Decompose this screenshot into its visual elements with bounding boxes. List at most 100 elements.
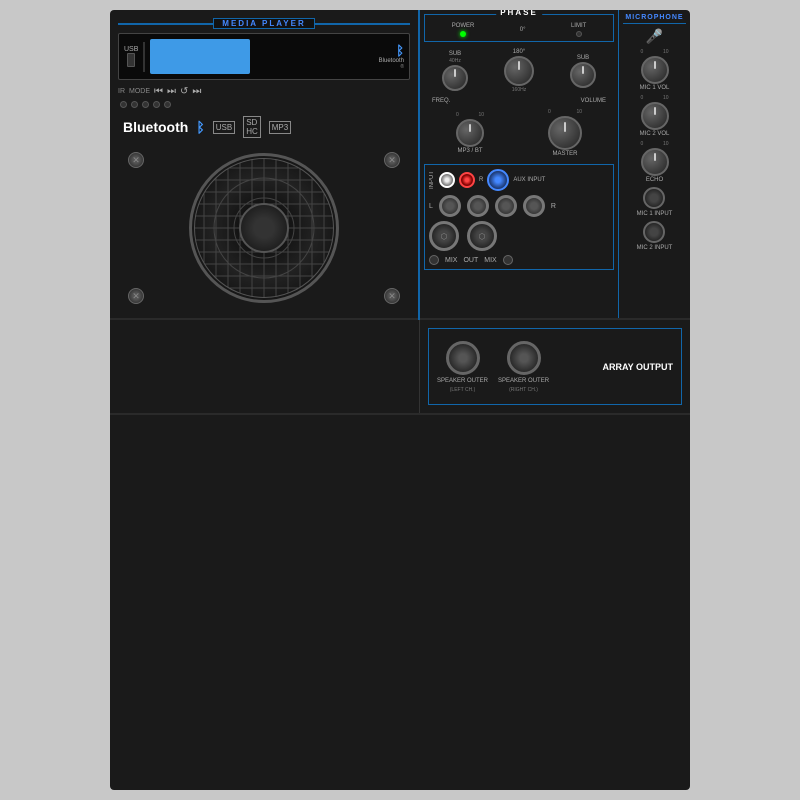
mic2-input-jack [643, 221, 665, 243]
mic1-input-jack [643, 187, 665, 209]
control-dots [118, 99, 410, 110]
jack-left [439, 195, 461, 217]
sub-left-group: SUB 40Hz [442, 51, 468, 91]
mix-label: MIX [445, 257, 457, 264]
dot2 [131, 101, 138, 108]
power-label: POWER [452, 23, 475, 29]
speaker-outer-left-group: SPEAKER OUTER (LEFT CH.) [437, 341, 488, 393]
mic1-vol-label: MIC 1 VOL [640, 85, 670, 91]
array-left-space [110, 320, 420, 413]
speaker-outer-left-jack [446, 341, 480, 375]
sub-left-knob[interactable] [442, 65, 468, 91]
screw-bottom-right: ✕ [384, 288, 400, 304]
fan-center [239, 203, 289, 253]
bluetooth-label: Bluetooth [123, 119, 188, 135]
speaker-outer-right-sub: (RIGHT CH.) [509, 387, 538, 393]
mp3bt-scale: 010 [456, 112, 484, 118]
sd-icon: SDHC [243, 116, 261, 138]
mic-symbol: 🎤 [646, 28, 663, 45]
dot4 [153, 101, 160, 108]
mic1-vol-group: 010 MIC 1 VOL [640, 49, 670, 91]
phase-label: PHASE [496, 10, 542, 17]
mic1-input-group: MIC 1 INPUT [637, 187, 673, 217]
volume-label: VOLUME [581, 98, 606, 104]
next-btn[interactable]: ⏭ [192, 86, 201, 97]
phase180-knob[interactable] [504, 56, 534, 86]
sub-left-label: SUB [449, 51, 461, 57]
freq-label: FREQ. [432, 98, 450, 104]
media-player-label: MEDIA PLAYER [213, 18, 314, 29]
speaker-outer-right-jack [507, 341, 541, 375]
freq160-label: 160Hz [512, 87, 526, 93]
mp3bt-knob[interactable] [456, 119, 484, 147]
master-knob[interactable] [548, 116, 582, 150]
mp3bt-label: MP3 / BT [457, 148, 482, 154]
fan-area: ✕ ✕ ✕ ✕ [118, 148, 410, 308]
knobs-row-1: SUB 40Hz 180° 160Hz [424, 47, 614, 95]
mp3bt-group: 010 MP3 / BT [456, 112, 484, 154]
xlr-right: ⬡ [467, 221, 497, 251]
mic1-input-label: MIC 1 INPUT [637, 211, 673, 217]
usb-port: USB [124, 46, 138, 67]
array-output-section: SPEAKER OUTER (LEFT CH.) SPEAKER OUTER (… [110, 320, 690, 415]
phase180-group: 180° 160Hz [504, 49, 534, 93]
knobs-row-2: 010 MP3 / BT 010 MASTER [424, 107, 614, 159]
usb-icon: USB [213, 121, 235, 134]
speaker-outer-right-group: SPEAKER OUTER (RIGHT CH.) [498, 341, 549, 393]
phase-section: PHASE POWER 0° LIMIT [424, 14, 614, 42]
top-section: MEDIA PLAYER USB ᛒ Bluetooth ® [110, 10, 690, 320]
screw-top-right: ✕ [384, 152, 400, 168]
xlr-left: ⬡ [429, 221, 459, 251]
jack-right [495, 195, 517, 217]
fan-outer [189, 153, 339, 303]
mic2-vol-label: MIC 2 VOL [640, 131, 670, 137]
bluetooth-symbol: ᛒ [396, 43, 404, 58]
aux-jack [487, 169, 509, 191]
sub-right-label: SUB [577, 55, 589, 61]
mic1-vol-knob[interactable] [641, 56, 669, 84]
prev-btn[interactable]: ⏮ [154, 86, 163, 97]
rca-red [459, 172, 475, 188]
rca-white [439, 172, 455, 188]
speaker-outer-left-label: SPEAKER OUTER [437, 378, 488, 384]
mix-dot-right [503, 255, 513, 265]
dot1 [120, 101, 127, 108]
speaker-outer-left-sub: (LEFT CH.) [450, 387, 475, 393]
input-label: INPUT [429, 171, 435, 189]
left-panel: MEDIA PLAYER USB ᛒ Bluetooth ® [110, 10, 420, 320]
prev2-btn[interactable]: ⏭ [167, 86, 176, 97]
mic2-vol-knob[interactable] [641, 102, 669, 130]
r-label: R [479, 177, 483, 183]
mix-out-row: MIX OUT MIX [429, 255, 609, 265]
jack-left2 [467, 195, 489, 217]
screw-top-left: ✕ [128, 152, 144, 168]
zero-label: 0° [520, 27, 526, 33]
media-player-unit: USB ᛒ Bluetooth ® [118, 33, 410, 80]
sub-right-knob[interactable] [570, 62, 596, 88]
l-label: L [429, 203, 433, 210]
master-group: 010 MASTER [548, 109, 582, 157]
repeat-btn[interactable]: ↺ [180, 86, 188, 97]
led-power [460, 31, 466, 37]
connection-icons-row: Bluetooth ᛒ USB SDHC MP3 [118, 110, 410, 144]
array-output-panel: SPEAKER OUTER (LEFT CH.) SPEAKER OUTER (… [428, 328, 682, 405]
r-jack-label: R [551, 203, 556, 210]
master-label: MASTER [552, 151, 577, 157]
dot3 [142, 101, 149, 108]
freq-vol-labels: FREQ. VOLUME [424, 98, 614, 104]
mic-panel: MICROPHONE 🎤 010 MIC 1 VOL 010 [618, 10, 690, 318]
mix-dot-left [429, 255, 439, 265]
microphone-title: MICROPHONE [623, 14, 686, 24]
dot5 [164, 101, 171, 108]
right-section: PHASE POWER 0° LIMIT [420, 10, 690, 318]
ir-controls: IR MODE ⏮ ⏭ ↺ ⏭ [118, 84, 410, 99]
freq40-label: 40Hz [449, 58, 461, 64]
echo-knob[interactable] [641, 148, 669, 176]
xlr-row: ⬡ ⬡ [429, 221, 609, 251]
rca-row: INPUT R AUX INPUT [429, 169, 609, 191]
speaker-outer-right-label: SPEAKER OUTER [498, 378, 549, 384]
device-panel: MEDIA PLAYER USB ᛒ Bluetooth ® [110, 10, 690, 790]
echo-label: ECHO [646, 177, 663, 183]
led-limit [576, 31, 582, 37]
bluetooth-icon: ᛒ [196, 119, 204, 135]
